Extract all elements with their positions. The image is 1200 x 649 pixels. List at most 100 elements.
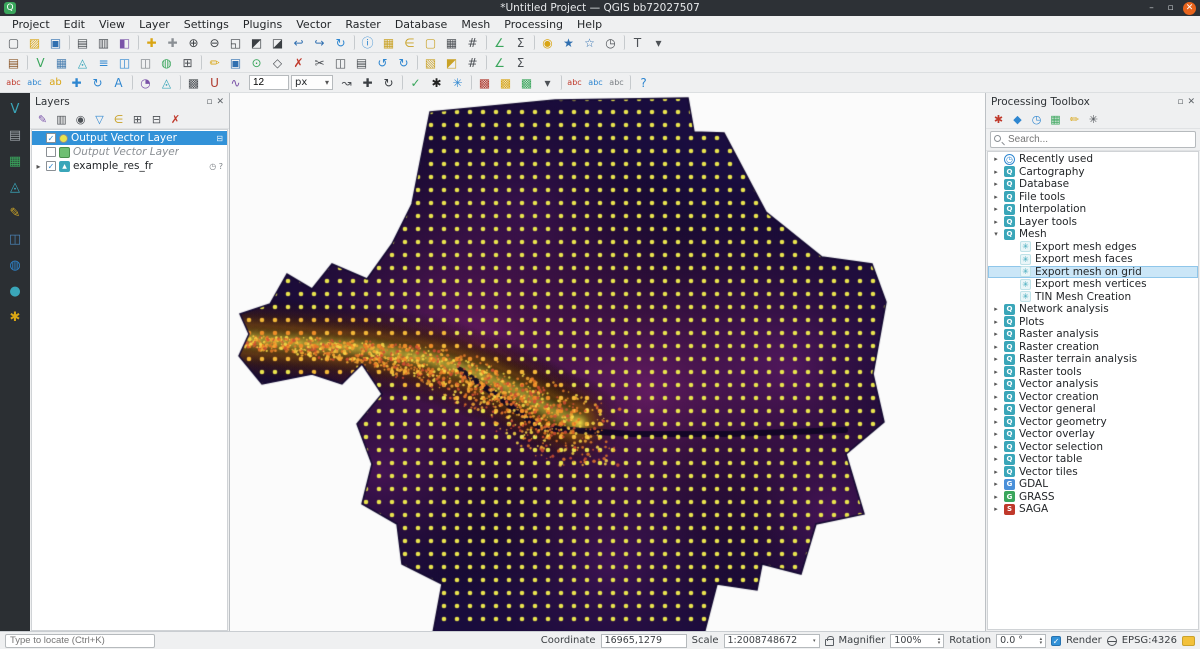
open-project-icon[interactable]: ▨ xyxy=(24,33,45,52)
panel-float-icon[interactable]: ▫ xyxy=(1177,97,1183,107)
tree-expander-icon[interactable]: ▸ xyxy=(992,330,1000,338)
toolbox-item[interactable]: Export mesh on grid xyxy=(988,266,1198,279)
toggle-editing-icon[interactable]: ✏ xyxy=(204,53,225,72)
tree-expander-icon[interactable]: ▸ xyxy=(992,418,1000,426)
toolbox-item[interactable]: ▾ Mesh xyxy=(988,228,1198,241)
paste-features-icon[interactable]: ▤ xyxy=(351,53,372,72)
browser-dock-icon[interactable]: ▤ xyxy=(4,124,26,146)
layout-manager-icon[interactable]: ▥ xyxy=(93,33,114,52)
toolbox-item[interactable]: ▸ Vector analysis xyxy=(988,378,1198,391)
spin-arrows-icon[interactable]: ▴▾ xyxy=(938,637,941,645)
panel-close-icon[interactable]: ✕ xyxy=(216,97,224,107)
crs-value[interactable]: EPSG:4326 xyxy=(1122,635,1177,646)
pan-map-icon[interactable]: ✚ xyxy=(141,33,162,52)
web-dock-icon[interactable]: ◍ xyxy=(4,254,26,276)
tree-expander-icon[interactable]: ▸ xyxy=(992,505,1000,513)
tree-expander-icon[interactable]: ▸ xyxy=(992,443,1000,451)
decorations-icon[interactable]: ▩ xyxy=(183,73,204,92)
tree-expander-icon[interactable]: ▸ xyxy=(992,380,1000,388)
toolbox-item[interactable]: ▸ Vector general xyxy=(988,403,1198,416)
zoom-to-layer-icon[interactable]: ◪ xyxy=(267,33,288,52)
layer-labeling-icon[interactable]: abc xyxy=(3,73,24,92)
zoom-to-selection-icon[interactable]: ◩ xyxy=(246,33,267,52)
add-group-icon[interactable]: ▥ xyxy=(52,111,71,128)
expand-all-icon[interactable]: ⊞ xyxy=(128,111,147,128)
tree-expander-icon[interactable]: ▾ xyxy=(992,230,1000,238)
locate-input[interactable] xyxy=(5,634,155,648)
check-geometry-icon[interactable]: ✓ xyxy=(405,73,426,92)
toolbar-icon[interactable]: | xyxy=(126,75,133,90)
toolbox-item[interactable]: ▸ Database xyxy=(988,178,1198,191)
tree-expander-icon[interactable]: ▸ xyxy=(992,205,1000,213)
add-spatialite-layer-icon[interactable]: ◫ xyxy=(135,53,156,72)
map-tips-icon[interactable]: ◉ xyxy=(537,33,558,52)
add-delimited-text-icon[interactable]: ≡ xyxy=(93,53,114,72)
zoom-in-icon[interactable]: ⊕ xyxy=(183,33,204,52)
toolbox-search-input[interactable] xyxy=(990,131,1196,148)
save-layer-edits-icon[interactable]: ▣ xyxy=(225,53,246,72)
toolbar-icon[interactable]: | xyxy=(624,75,631,90)
toolbox-item[interactable]: ▸ Vector tiles xyxy=(988,466,1198,479)
toolbar-icon[interactable]: | xyxy=(618,35,625,50)
toolbox-item[interactable]: ▸ Raster analysis xyxy=(988,328,1198,341)
panel-float-icon[interactable]: ▫ xyxy=(206,97,212,107)
toolbox-item[interactable]: ▸ Vector geometry xyxy=(988,416,1198,429)
move-feature-icon[interactable]: ✚ xyxy=(357,73,378,92)
layers-dock-icon[interactable]: ▦ xyxy=(4,150,26,172)
label-toolbar-red-icon[interactable]: abc xyxy=(564,73,585,92)
toolbox-item[interactable]: ▸ Raster creation xyxy=(988,341,1198,354)
map-canvas[interactable] xyxy=(230,93,985,631)
add-raster-layer-icon[interactable]: ▦ xyxy=(51,53,72,72)
scale-combo[interactable]: 1:2008748672 ▾ xyxy=(724,634,820,648)
new-project-icon[interactable]: ▢ xyxy=(3,33,24,52)
raster-checker-red-icon[interactable]: ▩ xyxy=(474,73,495,92)
mesh-dock-icon[interactable]: ◬ xyxy=(4,176,26,198)
minimize-button[interactable]: – xyxy=(1145,2,1158,15)
pan-to-selection-icon[interactable]: ✚ xyxy=(162,33,183,52)
toolbox-item[interactable]: ▸ Cartography xyxy=(988,166,1198,179)
toolbar-icon[interactable]: | xyxy=(21,55,28,70)
measure-area-icon[interactable]: ∠ xyxy=(489,53,510,72)
models-icon[interactable]: ◆ xyxy=(1008,111,1027,128)
layer-item[interactable]: ▸ example_res_fr ◷ ? xyxy=(32,159,227,173)
toolbar-icon[interactable]: | xyxy=(174,75,181,90)
tree-expander-icon[interactable]: ▸ xyxy=(992,355,1000,363)
menu-processing[interactable]: Processing xyxy=(498,17,569,32)
toolbar-icon[interactable]: | xyxy=(132,35,139,50)
measure-line-icon[interactable]: ∠ xyxy=(489,33,510,52)
globe-dock-icon[interactable]: ● xyxy=(4,280,26,302)
menu-layer[interactable]: Layer xyxy=(133,17,176,32)
help-icon[interactable]: ? xyxy=(633,73,654,92)
label-font-size-input[interactable] xyxy=(249,75,289,90)
data-source-manager-dock-icon[interactable]: V xyxy=(4,98,26,120)
database-dock-icon[interactable]: ◫ xyxy=(4,228,26,250)
tree-expander-icon[interactable]: ▸ xyxy=(992,193,1000,201)
tree-expander-icon[interactable]: ▸ xyxy=(992,405,1000,413)
render-checkbox[interactable]: ✓ xyxy=(1051,636,1061,646)
coordinate-value[interactable]: 16965,1279 xyxy=(601,634,687,648)
toolbox-item[interactable]: ▸ SAGA xyxy=(988,503,1198,516)
tree-expander-icon[interactable]: ▸ xyxy=(992,155,1000,163)
menu-view[interactable]: View xyxy=(93,17,131,32)
toolbox-wrench-icon[interactable]: ✱ xyxy=(989,111,1008,128)
toolbox-item[interactable]: ▸ File tools xyxy=(988,191,1198,204)
crs-icon[interactable] xyxy=(1107,636,1117,646)
filter-legend-icon[interactable]: ▽ xyxy=(90,111,109,128)
add-feature-icon[interactable]: ⊙ xyxy=(246,53,267,72)
topology-checker-icon[interactable]: ✱ xyxy=(426,73,447,92)
style-dock-icon[interactable]: ✎ xyxy=(4,202,26,224)
layer-checkbox[interactable] xyxy=(46,161,56,171)
snapping-magnet-icon[interactable]: U xyxy=(204,73,225,92)
tree-expander-icon[interactable]: ▸ xyxy=(992,430,1000,438)
layer-badge-icon[interactable]: ⊟ xyxy=(216,134,225,143)
toolbar-icon[interactable]: | xyxy=(555,75,562,90)
toolbar-icon[interactable]: | xyxy=(480,55,487,70)
tree-expander-icon[interactable]: ▸ xyxy=(992,455,1000,463)
toolbox-item[interactable]: Export mesh vertices xyxy=(988,278,1198,291)
layer-checkbox[interactable] xyxy=(46,147,56,157)
annotation-dropdown-icon[interactable]: ▾ xyxy=(648,33,669,52)
toolbox-item[interactable]: ▸ Layer tools xyxy=(988,216,1198,229)
new-text-annotation-icon[interactable]: T xyxy=(627,33,648,52)
deselect-features-icon[interactable]: ▢ xyxy=(420,33,441,52)
add-mesh-layer-icon[interactable]: ◬ xyxy=(72,53,93,72)
